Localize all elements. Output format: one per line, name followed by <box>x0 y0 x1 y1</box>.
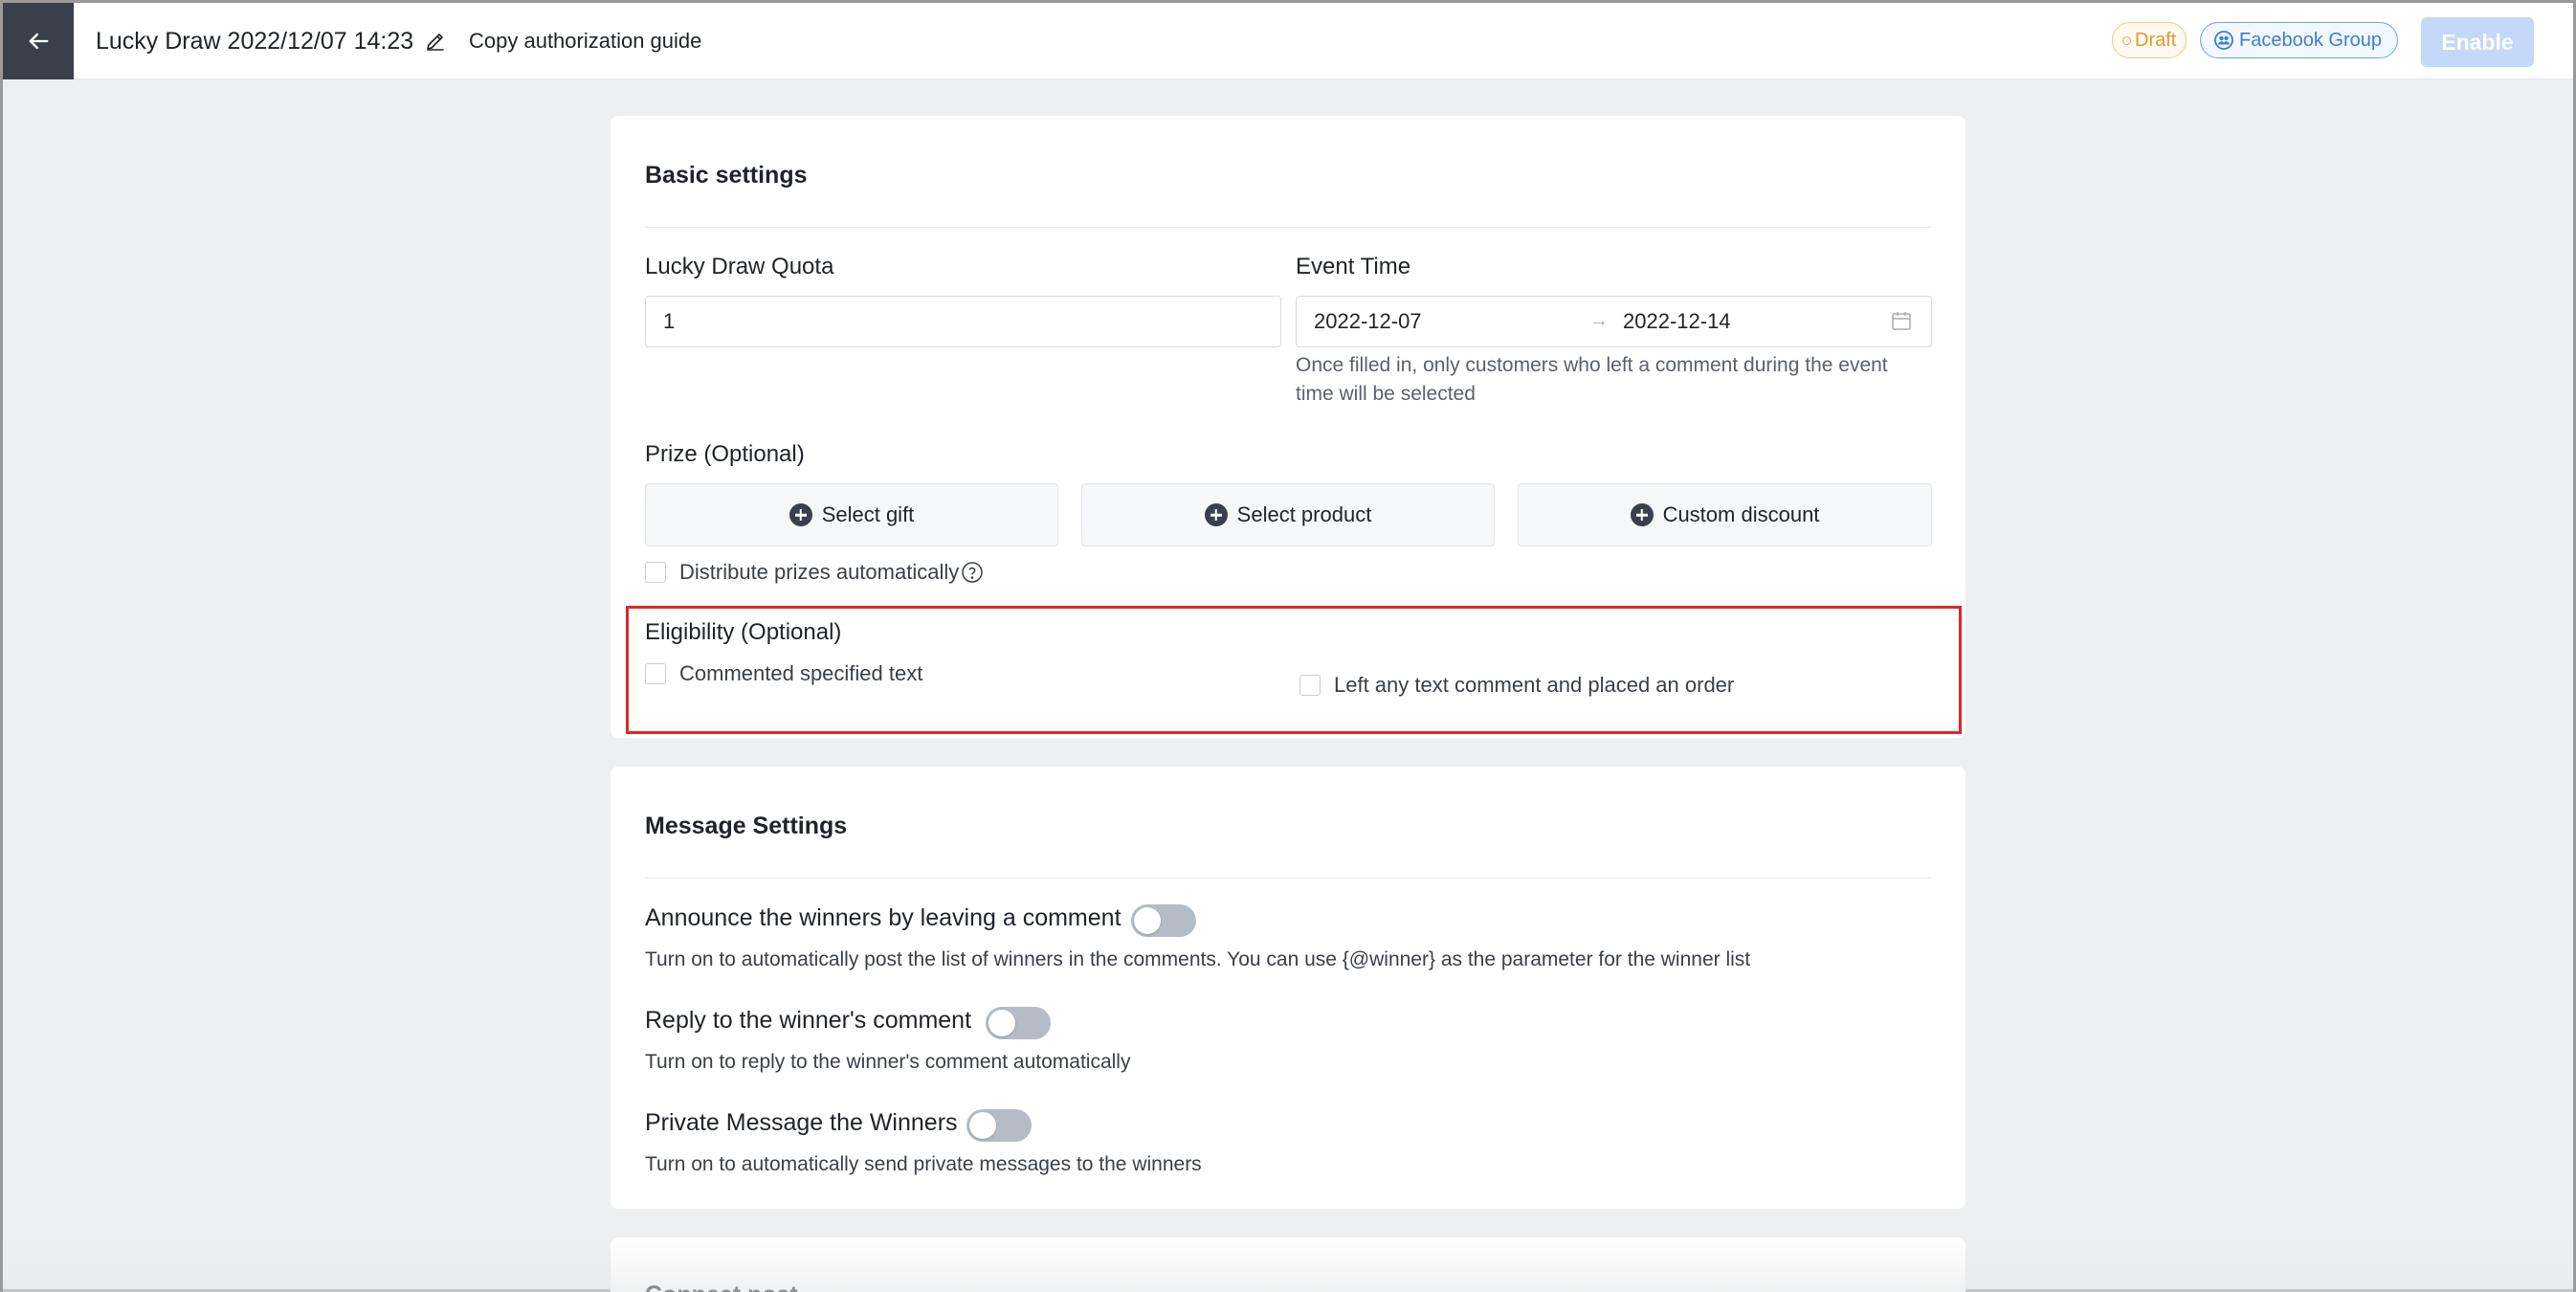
quota-label: Lucky Draw Quota <box>645 254 834 279</box>
select-gift-button[interactable]: Select gift <box>645 483 1058 546</box>
calendar-icon <box>1892 312 1911 330</box>
prize-label: Prize (Optional) <box>645 441 805 467</box>
top-bar: Lucky Draw 2022/12/07 14:23 Copy authori… <box>3 3 2573 79</box>
private-message-label: Private Message the Winners <box>645 1109 958 1136</box>
plus-circle-icon <box>1204 503 1228 526</box>
announce-winners-toggle[interactable] <box>1131 904 1196 937</box>
connect-post-title: Connect post <box>645 1281 798 1292</box>
event-time-help-line1: Once filled in, only customers who left … <box>1296 354 1888 376</box>
arrow-left-icon <box>29 33 49 50</box>
divider <box>645 878 1931 879</box>
auto-distribute-checkbox[interactable] <box>645 562 666 583</box>
select-product-button[interactable]: Select product <box>1081 483 1495 546</box>
back-button[interactable] <box>3 3 74 79</box>
pencil-icon[interactable] <box>424 30 447 53</box>
private-message-desc: Turn on to automatically send private me… <box>645 1153 1202 1175</box>
plus-circle-icon <box>1630 503 1654 526</box>
commented-text-label: Commented specified text <box>679 661 923 685</box>
status-badge: Draft <box>2112 22 2187 58</box>
event-time-label: Event Time <box>1296 254 1411 279</box>
question-circle-icon[interactable] <box>961 561 984 584</box>
platform-badge: Facebook Group <box>2200 22 2398 58</box>
start-date: 2022-12-07 <box>1314 309 1422 333</box>
private-message-toggle[interactable] <box>966 1109 1032 1142</box>
message-settings-title: Message Settings <box>645 813 848 839</box>
connect-post-card: Connect post <box>611 1237 1965 1292</box>
comment-and-order-checkbox[interactable] <box>1299 675 1321 696</box>
reply-comment-label: Reply to the winner's comment <box>645 1007 972 1034</box>
basic-settings-card: Basic settings Lucky Draw Quota Event Ti… <box>611 116 1965 738</box>
plus-circle-icon <box>788 503 812 526</box>
enable-button[interactable]: Enable <box>2421 17 2534 67</box>
custom-discount-button[interactable]: Custom discount <box>1518 483 1932 546</box>
divider <box>645 227 1931 228</box>
reply-comment-desc: Turn on to reply to the winner's comment… <box>645 1051 1131 1073</box>
auto-distribute-label: Distribute prizes automatically <box>679 560 960 584</box>
event-time-picker[interactable]: 2022-12-07 → 2022-12-14 <box>1296 296 1932 347</box>
people-icon <box>2214 31 2233 50</box>
platform-badge-label: Facebook Group <box>2239 29 2382 51</box>
copy-guide-link[interactable]: Copy authorization guide <box>469 3 701 79</box>
status-badge-label: Draft <box>2135 29 2177 51</box>
select-gift-label: Select gift <box>821 502 915 526</box>
range-arrow-icon: → <box>1589 310 1609 331</box>
toggle-knob <box>1134 907 1161 934</box>
commented-text-checkbox[interactable] <box>645 663 666 684</box>
status-dot-icon <box>2122 35 2131 45</box>
toggle-knob <box>988 1010 1015 1036</box>
quota-input[interactable] <box>645 296 1281 347</box>
comment-and-order-label: Left any text comment and placed an orde… <box>1334 673 1735 697</box>
page-title: Lucky Draw 2022/12/07 14:23 <box>96 28 414 55</box>
announce-winners-label: Announce the winners by leaving a commen… <box>645 904 1121 931</box>
end-date: 2022-12-14 <box>1623 309 1731 333</box>
basic-settings-title: Basic settings <box>645 162 808 189</box>
select-product-label: Select product <box>1236 502 1372 526</box>
message-settings-card: Message Settings Announce the winners by… <box>611 767 1965 1209</box>
reply-comment-toggle[interactable] <box>986 1007 1051 1039</box>
eligibility-label: Eligibility (Optional) <box>645 619 842 645</box>
toggle-knob <box>969 1112 996 1139</box>
custom-discount-label: Custom discount <box>1662 502 1820 526</box>
announce-winners-desc: Turn on to automatically post the list o… <box>645 948 1751 970</box>
event-time-help-line2: time will be selected <box>1296 383 1476 405</box>
